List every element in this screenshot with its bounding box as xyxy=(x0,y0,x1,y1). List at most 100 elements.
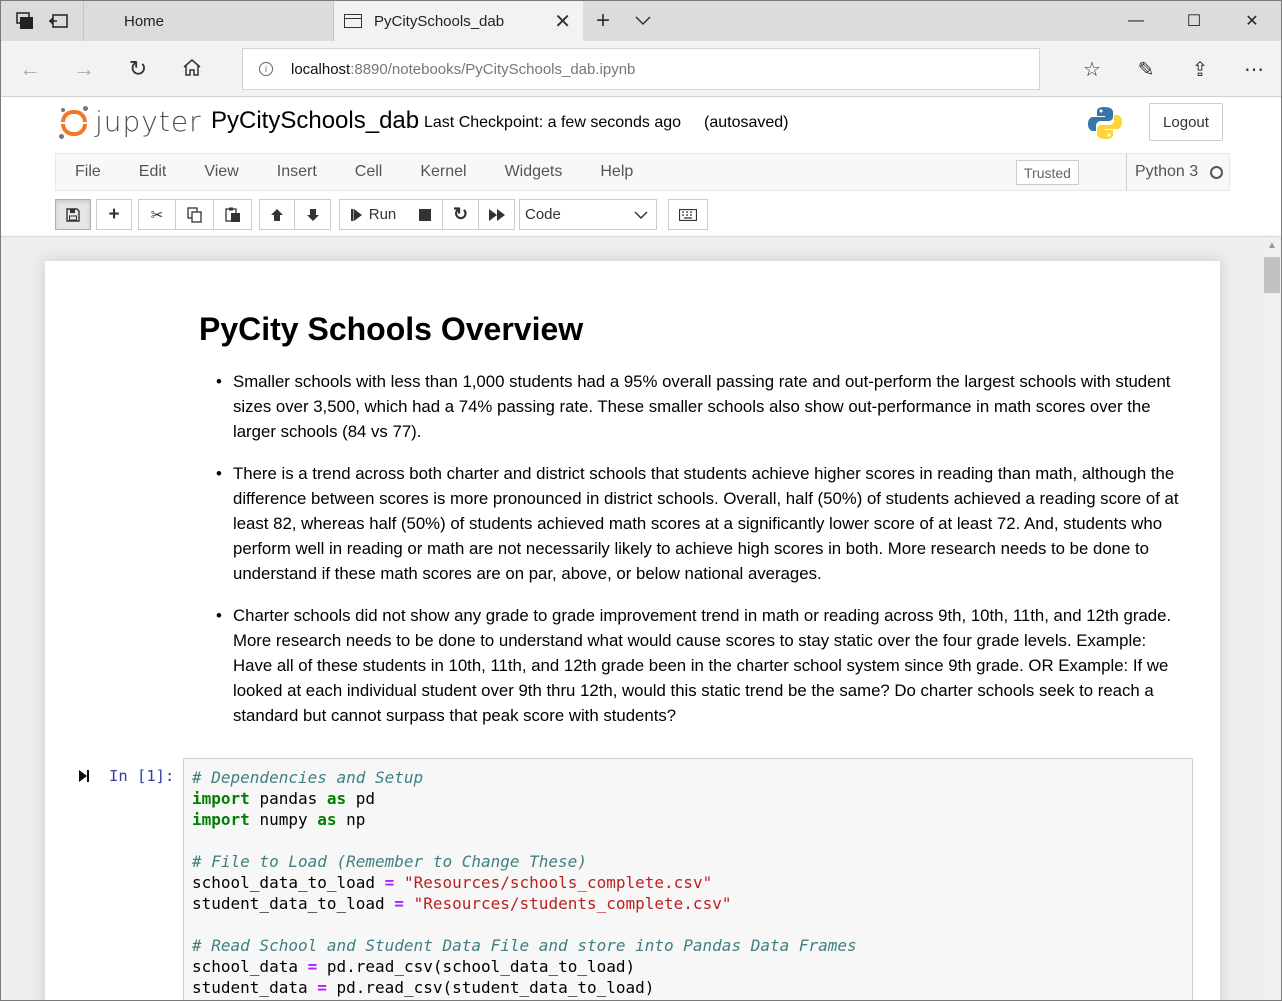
python-logo-icon xyxy=(1088,107,1122,139)
jupyter-logo-icon xyxy=(59,105,89,139)
tab-list-button[interactable] xyxy=(623,1,663,41)
tab-home[interactable]: Home xyxy=(83,1,333,41)
input-prompt: In [1]: xyxy=(109,767,175,785)
scroll-up-arrow[interactable]: ▲ xyxy=(1263,237,1281,255)
run-button[interactable]: Run xyxy=(339,199,408,230)
code-line: student_data_to_load = "Resources/studen… xyxy=(192,894,732,913)
chevron-down-icon xyxy=(635,16,651,26)
menu-view[interactable]: View xyxy=(185,163,257,181)
plus-icon: + xyxy=(595,7,610,34)
close-window-button[interactable]: ✕ xyxy=(1223,1,1281,41)
finding-item: Charter schools did not show any grade t… xyxy=(216,603,1189,728)
logout-button[interactable]: Logout xyxy=(1149,103,1223,141)
kernel-idle-icon xyxy=(1210,165,1224,179)
refresh-button[interactable]: ↻ xyxy=(111,56,165,82)
findings-list: Smaller schools with less than 1,000 stu… xyxy=(199,369,1189,728)
scissors-icon: ✂ xyxy=(150,206,164,224)
menu-kernel[interactable]: Kernel xyxy=(401,163,485,181)
finding-item: Smaller schools with less than 1,000 stu… xyxy=(216,369,1189,444)
cell-type-value: Code xyxy=(525,206,561,223)
pen-icon[interactable]: ✎ xyxy=(1119,57,1173,82)
menu-insert[interactable]: Insert xyxy=(258,163,336,181)
cut-button[interactable]: ✂ xyxy=(138,199,176,230)
insert-cell-button[interactable]: + xyxy=(96,199,132,230)
maximize-button[interactable]: ☐ xyxy=(1165,1,1223,41)
command-palette-button[interactable] xyxy=(668,199,708,230)
code-line: school_data = pd.read_csv(school_data_to… xyxy=(192,957,636,976)
menu-cell[interactable]: Cell xyxy=(336,163,402,181)
code-line: import pandas as pd xyxy=(192,789,376,808)
markdown-cell[interactable]: PyCity Schools Overview Smaller schools … xyxy=(199,311,1189,745)
kernel-name: Python 3 xyxy=(1135,163,1199,180)
close-tab-icon[interactable]: ✕ xyxy=(554,9,571,34)
cell-type-select[interactable]: Code xyxy=(519,199,657,230)
jupyter-logo-text: jupyter xyxy=(95,105,202,138)
kernel-status: Python 3 xyxy=(1126,154,1224,190)
favorites-icon[interactable]: ☆ xyxy=(1065,57,1119,82)
tab-label: Home xyxy=(124,12,165,30)
scroll-thumb[interactable] xyxy=(1264,257,1280,293)
code-line: student_data = pd.read_csv(student_data_… xyxy=(192,978,655,997)
minimize-button[interactable]: — xyxy=(1107,1,1165,41)
move-cell-down-button[interactable] xyxy=(295,199,331,230)
menu-edit[interactable]: Edit xyxy=(120,163,186,181)
floppy-disk-icon xyxy=(66,207,80,222)
notebook-name[interactable]: PyCitySchools_dab xyxy=(211,107,419,135)
checkpoint-status: Last Checkpoint: a few seconds ago xyxy=(424,114,682,131)
paste-button[interactable] xyxy=(214,199,252,230)
code-cell-editor[interactable]: # Dependencies and Setup import pandas a… xyxy=(183,758,1193,1000)
refresh-icon: ↻ xyxy=(452,204,469,224)
new-tab-button[interactable]: + xyxy=(583,1,623,41)
run-label: Run xyxy=(368,206,397,223)
autosave-status: (autosaved) xyxy=(704,114,789,131)
fast-forward-icon xyxy=(488,208,505,221)
copy-button[interactable] xyxy=(176,199,214,230)
window-controls: — ☐ ✕ xyxy=(1107,1,1281,41)
share-icon[interactable]: ⇪ xyxy=(1173,57,1227,82)
title-bar-icons xyxy=(1,1,83,41)
menu-help[interactable]: Help xyxy=(581,163,652,181)
finding-item: There is a trend across both charter and… xyxy=(216,461,1189,586)
notebook-menubar: File Edit View Insert Cell Kernel Widget… xyxy=(55,153,1230,191)
url-path: :8890/notebooks/PyCitySchools_dab.ipynb xyxy=(350,60,636,78)
back-button[interactable]: ← xyxy=(3,56,57,82)
menu-widgets[interactable]: Widgets xyxy=(486,163,582,181)
address-bar-actions: ☆ ✎ ⇪ ⋯ xyxy=(1065,41,1281,97)
arrow-down-icon xyxy=(306,208,319,221)
move-cell-up-button[interactable] xyxy=(259,199,295,230)
jupyter-header: jupyter PyCitySchools_dab Last Checkpoin… xyxy=(1,97,1281,153)
title-bar: Home PyCitySchools_dab ✕ + — ☐ ✕ xyxy=(1,1,1281,41)
chevron-down-icon xyxy=(634,211,648,220)
jupyter-logo[interactable]: jupyter xyxy=(59,105,202,139)
more-icon[interactable]: ⋯ xyxy=(1227,57,1281,82)
code-line: school_data_to_load = "Resources/schools… xyxy=(192,873,713,892)
tabs-aside-icon[interactable] xyxy=(48,13,69,29)
menu-file[interactable]: File xyxy=(56,163,120,181)
vertical-scrollbar[interactable]: ▲ xyxy=(1263,237,1281,1000)
overview-heading: PyCity Schools Overview xyxy=(199,311,584,347)
run-cell-icon[interactable] xyxy=(79,768,91,784)
notebook-toolbar: + ✂ Run ↻ Code xyxy=(55,199,1230,231)
save-button[interactable] xyxy=(55,199,91,230)
forward-button[interactable]: → xyxy=(57,56,111,82)
restart-run-all-button[interactable] xyxy=(479,199,515,230)
home-button[interactable] xyxy=(165,56,219,82)
home-icon xyxy=(183,58,201,76)
stop-icon xyxy=(418,208,431,221)
tab-sets-icon[interactable] xyxy=(15,12,34,30)
code-line: import numpy as np xyxy=(192,810,366,829)
plus-icon: + xyxy=(108,203,120,225)
arrow-up-icon xyxy=(271,208,283,221)
trusted-badge[interactable]: Trusted xyxy=(1016,160,1079,185)
page-icon xyxy=(344,14,362,28)
url-host: localhost xyxy=(291,60,351,78)
browser-window: Home PyCitySchools_dab ✕ + — ☐ ✕ ← → ↻ i… xyxy=(0,0,1282,1001)
interrupt-kernel-button[interactable] xyxy=(407,199,443,230)
restart-kernel-button[interactable]: ↻ xyxy=(443,199,479,230)
info-icon[interactable]: i xyxy=(259,62,273,76)
code-line: # Dependencies and Setup xyxy=(192,768,424,787)
url-input[interactable]: i localhost:8890/notebooks/PyCitySchools… xyxy=(242,48,1040,90)
tab-notebook[interactable]: PyCitySchools_dab ✕ xyxy=(333,1,583,41)
